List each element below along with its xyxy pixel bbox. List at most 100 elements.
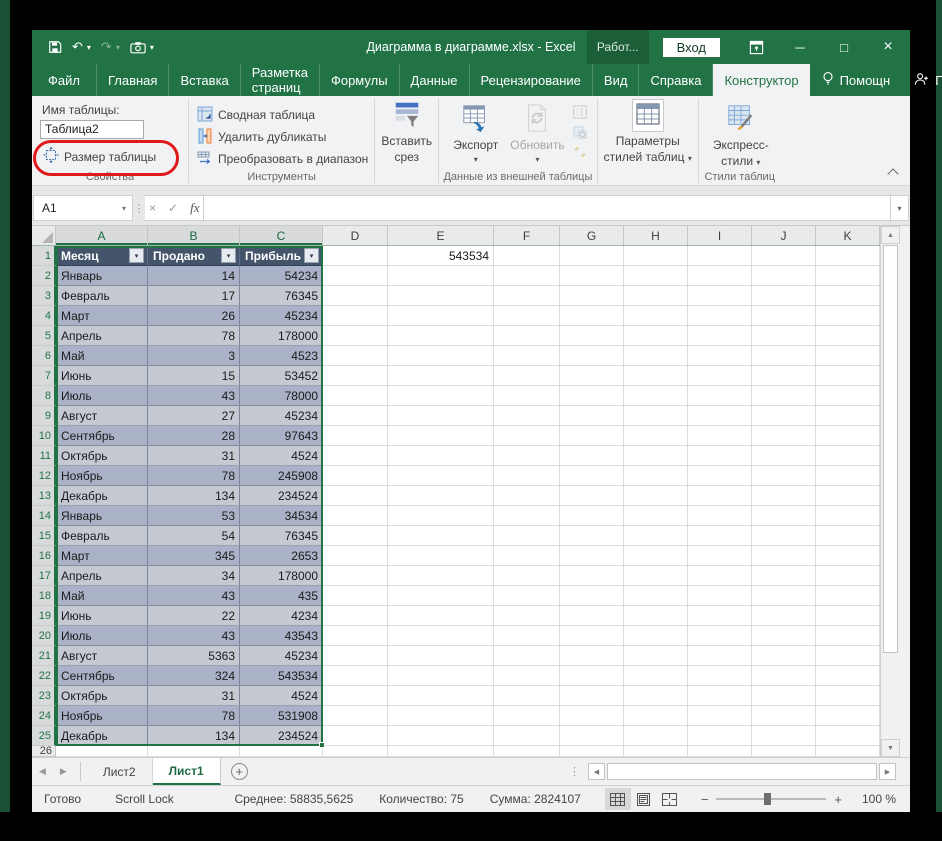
undo-icon[interactable]: ↶ [72, 39, 83, 55]
cell[interactable] [388, 646, 494, 666]
cell[interactable] [494, 346, 560, 366]
cell[interactable] [494, 586, 560, 606]
cell[interactable] [752, 306, 816, 326]
minimize-button[interactable]: ─ [778, 30, 822, 64]
assistant-button[interactable]: Помощн [810, 64, 903, 96]
undo-dropdown-icon[interactable]: ▾ [87, 43, 91, 52]
cell[interactable] [688, 646, 752, 666]
tab-home[interactable]: Главная [97, 64, 169, 96]
cell[interactable] [816, 506, 880, 526]
cell[interactable] [624, 506, 688, 526]
cell[interactable] [688, 626, 752, 646]
cell[interactable] [624, 546, 688, 566]
row-header-3[interactable]: 3 [32, 286, 56, 306]
column-header-D[interactable]: D [323, 226, 388, 245]
cell[interactable]: 4524 [240, 446, 323, 466]
cell[interactable] [624, 246, 688, 266]
cell[interactable] [816, 726, 880, 746]
row-header-4[interactable]: 4 [32, 306, 56, 326]
cell[interactable] [816, 306, 880, 326]
cell[interactable] [494, 446, 560, 466]
cell[interactable] [816, 346, 880, 366]
cell[interactable] [752, 366, 816, 386]
cell[interactable]: Январь [56, 506, 148, 526]
normal-view-icon[interactable] [605, 788, 631, 810]
cell[interactable] [752, 426, 816, 446]
cell[interactable] [388, 586, 494, 606]
cell[interactable] [816, 686, 880, 706]
cell[interactable] [688, 386, 752, 406]
cell[interactable] [688, 306, 752, 326]
cell[interactable] [494, 486, 560, 506]
cell[interactable] [560, 566, 624, 586]
cell[interactable] [752, 526, 816, 546]
cell[interactable] [688, 446, 752, 466]
tab-review[interactable]: Рецензирование [470, 64, 593, 96]
row-header-20[interactable]: 20 [32, 626, 56, 646]
cell[interactable]: 54 [148, 526, 240, 546]
sheet-nav-prev-icon[interactable]: ◀ [32, 758, 53, 785]
cell[interactable]: 78000 [240, 386, 323, 406]
cell[interactable] [323, 426, 388, 446]
cell[interactable] [323, 466, 388, 486]
cell[interactable] [323, 626, 388, 646]
cell[interactable] [688, 366, 752, 386]
cell[interactable] [816, 326, 880, 346]
cell[interactable] [240, 746, 323, 757]
cell[interactable]: 15 [148, 366, 240, 386]
cell[interactable] [816, 606, 880, 626]
cell[interactable]: 435 [240, 586, 323, 606]
cell[interactable]: 78 [148, 706, 240, 726]
sheet-nav-next-icon[interactable]: ▶ [53, 758, 74, 785]
cell[interactable] [688, 246, 752, 266]
cell[interactable] [752, 666, 816, 686]
cell[interactable] [388, 546, 494, 566]
row-header-6[interactable]: 6 [32, 346, 56, 366]
cell[interactable] [624, 686, 688, 706]
pivot-table-button[interactable]: Сводная таблица [197, 104, 368, 126]
cell[interactable] [688, 546, 752, 566]
cell[interactable] [624, 366, 688, 386]
cell[interactable] [688, 406, 752, 426]
cell[interactable] [323, 746, 388, 757]
cell[interactable]: 178000 [240, 566, 323, 586]
cell[interactable] [560, 726, 624, 746]
cell[interactable] [624, 426, 688, 446]
cell[interactable] [323, 726, 388, 746]
cell[interactable] [323, 546, 388, 566]
cell[interactable] [494, 386, 560, 406]
cell[interactable] [688, 706, 752, 726]
cell[interactable] [752, 346, 816, 366]
cell[interactable]: Декабрь [56, 726, 148, 746]
cell[interactable] [688, 346, 752, 366]
cell[interactable]: 178000 [240, 326, 323, 346]
cell[interactable] [688, 686, 752, 706]
cell[interactable] [816, 426, 880, 446]
row-header-5[interactable]: 5 [32, 326, 56, 346]
name-box-dropdown-icon[interactable]: ▾ [122, 204, 132, 213]
cell[interactable]: Сентябрь [56, 666, 148, 686]
cell[interactable] [752, 486, 816, 506]
row-header-15[interactable]: 15 [32, 526, 56, 546]
cell[interactable] [388, 626, 494, 646]
cell[interactable] [323, 266, 388, 286]
row-header-1[interactable]: 1 [32, 246, 56, 266]
cell[interactable] [624, 286, 688, 306]
cell[interactable] [560, 486, 624, 506]
cell[interactable] [494, 546, 560, 566]
cell[interactable]: 53 [148, 506, 240, 526]
scroll-up-icon[interactable]: ▲ [881, 226, 900, 244]
cell[interactable]: 3 [148, 346, 240, 366]
cell[interactable] [388, 606, 494, 626]
remove-duplicates-button[interactable]: Удалить дубликаты [197, 126, 368, 148]
cell[interactable] [816, 526, 880, 546]
cell[interactable] [816, 406, 880, 426]
cell[interactable] [388, 306, 494, 326]
cell[interactable] [816, 666, 880, 686]
cell[interactable] [323, 566, 388, 586]
cell[interactable] [752, 406, 816, 426]
cell[interactable]: Апрель [56, 326, 148, 346]
column-header-K[interactable]: K [816, 226, 880, 245]
cell[interactable]: 134 [148, 726, 240, 746]
cell[interactable]: Октябрь [56, 446, 148, 466]
